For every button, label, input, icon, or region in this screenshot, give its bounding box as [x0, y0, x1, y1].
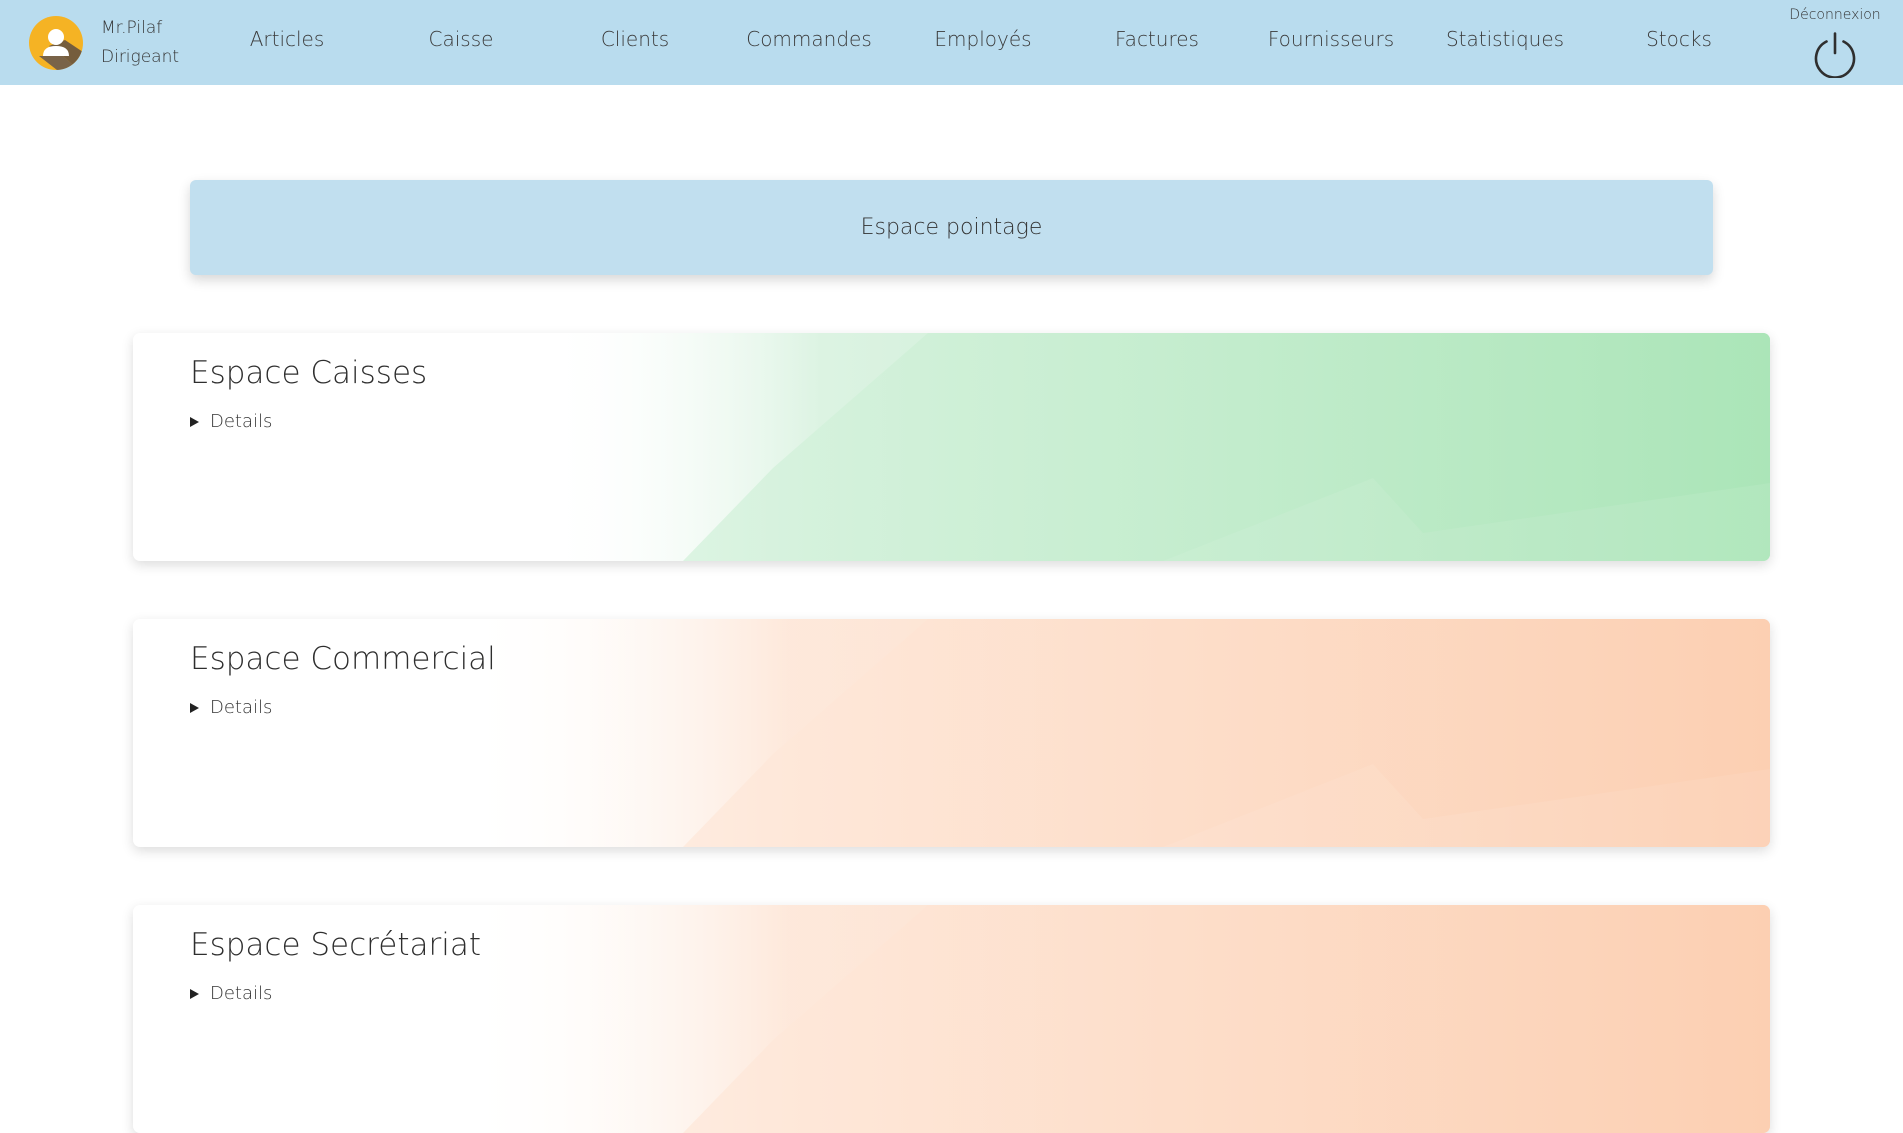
top-navbar: Mr.Pilaf Dirigeant Articles Caisse Clien…	[0, 0, 1903, 85]
card-espace-secretariat: Espace Secrétariat Details	[133, 905, 1770, 1133]
details-label: Details	[210, 983, 273, 1004]
details-label: Details	[210, 411, 273, 432]
card-espace-caisses: Espace Caisses Details	[133, 333, 1770, 561]
user-profile[interactable]: Mr.Pilaf Dirigeant	[29, 14, 179, 72]
main-nav: Articles Caisse Clients Commandes Employ…	[200, 0, 1766, 78]
logout-button[interactable]: Déconnexion	[1785, 6, 1885, 78]
user-name: Mr.Pilaf	[101, 18, 163, 38]
pointage-button[interactable]: Espace pointage	[190, 180, 1713, 275]
card-title: Espace Caisses	[190, 355, 428, 391]
card-title: Espace Secrétariat	[190, 927, 481, 963]
details-toggle[interactable]: Details	[190, 983, 272, 1004]
nav-item-fournisseurs[interactable]: Fournisseurs	[1244, 27, 1418, 51]
card-title: Espace Commercial	[190, 641, 496, 677]
nav-item-stocks[interactable]: Stocks	[1592, 27, 1766, 51]
nav-item-clients[interactable]: Clients	[548, 27, 722, 51]
triangle-right-icon	[190, 416, 199, 427]
user-info: Mr.Pilaf Dirigeant	[101, 14, 179, 72]
logout-label: Déconnexion	[1789, 7, 1881, 23]
triangle-right-icon	[190, 702, 199, 713]
details-toggle[interactable]: Details	[190, 697, 272, 718]
details-toggle[interactable]: Details	[190, 411, 272, 432]
triangle-right-icon	[190, 988, 199, 999]
user-role: Dirigeant	[101, 47, 180, 67]
nav-item-commandes[interactable]: Commandes	[722, 27, 896, 51]
nav-item-caisse[interactable]: Caisse	[374, 27, 548, 51]
nav-item-articles[interactable]: Articles	[200, 27, 374, 51]
nav-item-employes[interactable]: Employés	[896, 27, 1070, 51]
card-espace-commercial: Espace Commercial Details	[133, 619, 1770, 847]
details-label: Details	[210, 697, 273, 718]
user-avatar-icon	[29, 16, 83, 70]
power-icon	[1814, 32, 1856, 78]
nav-item-factures[interactable]: Factures	[1070, 27, 1244, 51]
pointage-label: Espace pointage	[860, 215, 1043, 240]
nav-item-statistiques[interactable]: Statistiques	[1418, 27, 1592, 51]
